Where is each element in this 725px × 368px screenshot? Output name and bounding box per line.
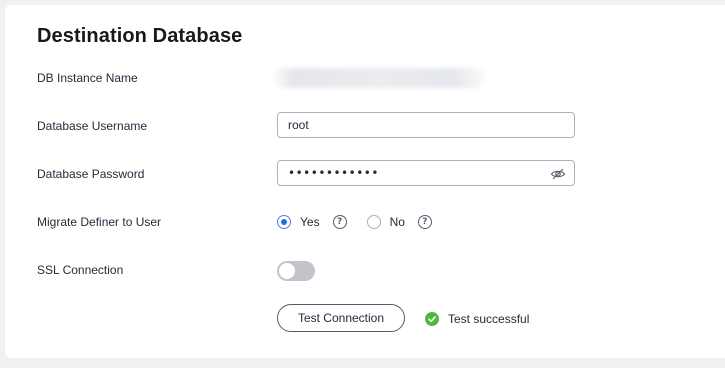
definer-option-yes-label: Yes (300, 215, 320, 229)
password-label: Database Password (37, 167, 145, 181)
check-circle-icon (425, 312, 439, 326)
password-value: •••••••••••• (288, 166, 379, 180)
instance-name-label: DB Instance Name (37, 71, 138, 85)
definer-option-no-label: No (389, 215, 405, 229)
test-status: Test successful (425, 312, 529, 326)
definer-option-yes[interactable]: Yes ? (277, 215, 347, 229)
section-title: Destination Database (37, 25, 243, 47)
username-input[interactable]: root (277, 112, 575, 138)
radio-checked-icon[interactable] (277, 215, 291, 229)
definer-radio-group: Yes ? No ? (277, 213, 432, 231)
username-value: root (288, 118, 309, 132)
ssl-toggle[interactable] (277, 261, 315, 281)
ssl-label: SSL Connection (37, 263, 124, 277)
toggle-knob (279, 263, 295, 279)
instance-name-value-masked (273, 68, 485, 88)
question-circle-icon[interactable]: ? (417, 215, 432, 229)
radio-unchecked-icon[interactable] (366, 215, 381, 229)
destination-database-panel: Destination Database DB Instance Name Da… (5, 5, 725, 358)
test-connection-button[interactable]: Test Connection (277, 304, 405, 332)
username-label: Database Username (37, 119, 148, 133)
definer-option-no[interactable]: No ? (366, 215, 432, 229)
question-circle-icon[interactable]: ? (332, 215, 347, 229)
definer-label: Migrate Definer to User (37, 215, 162, 229)
password-input[interactable]: •••••••••••• (277, 160, 575, 186)
test-status-text: Test successful (448, 312, 530, 326)
eye-slash-icon[interactable] (550, 166, 566, 182)
